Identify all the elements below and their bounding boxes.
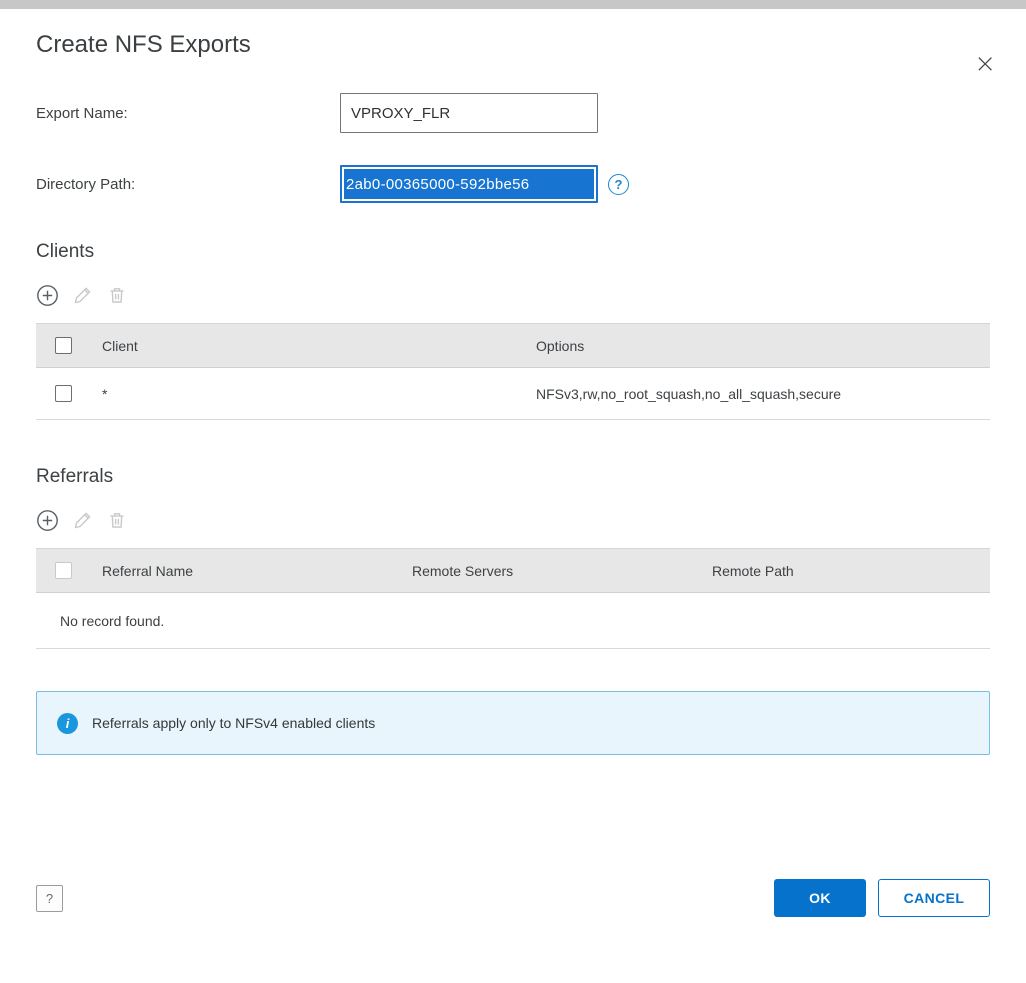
pencil-icon xyxy=(73,510,93,530)
referrals-add-icon[interactable] xyxy=(36,509,59,532)
clients-select-all-checkbox[interactable] xyxy=(55,337,72,354)
info-banner-text: Referrals apply only to NFSv4 enabled cl… xyxy=(92,715,375,731)
clients-heading: Clients xyxy=(36,241,990,263)
referrals-empty-row: No record found. xyxy=(36,593,990,649)
clients-delete-icon[interactable] xyxy=(107,285,127,305)
close-icon[interactable]: × xyxy=(968,49,1002,79)
table-row[interactable]: * NFSv3,rw,no_root_squash,no_all_squash,… xyxy=(36,368,990,420)
clients-add-icon[interactable] xyxy=(36,284,59,307)
help-icon[interactable]: ? xyxy=(36,885,63,912)
export-name-input[interactable] xyxy=(340,93,598,133)
info-banner: i Referrals apply only to NFSv4 enabled … xyxy=(36,691,990,755)
referrals-header-checkbox-cell xyxy=(36,562,90,579)
referrals-header-servers: Remote Servers xyxy=(400,563,700,579)
referrals-table: Referral Name Remote Servers Remote Path… xyxy=(36,548,990,649)
directory-path-selected-text: 2ab0-00365000-592bbe56 xyxy=(344,169,594,199)
clients-table: Client Options * NFSv3,rw,no_root_squash… xyxy=(36,323,990,420)
clients-header-options: Options xyxy=(524,338,990,354)
export-name-label: Export Name: xyxy=(36,105,340,122)
clients-header-client: Client xyxy=(90,338,524,354)
referrals-table-header: Referral Name Remote Servers Remote Path xyxy=(36,549,990,593)
dialog-footer: ? OK CANCEL xyxy=(36,879,990,917)
ok-button[interactable]: OK xyxy=(774,879,866,917)
referrals-delete-icon[interactable] xyxy=(107,510,127,530)
trash-icon xyxy=(107,285,127,305)
client-row-checkbox[interactable] xyxy=(55,385,72,402)
referrals-select-all-checkbox xyxy=(55,562,72,579)
dialog-title: Create NFS Exports xyxy=(36,31,251,59)
clients-edit-icon[interactable] xyxy=(73,285,93,305)
clients-header-checkbox-cell xyxy=(36,337,90,354)
options-cell: NFSv3,rw,no_root_squash,no_all_squash,se… xyxy=(524,386,990,402)
directory-path-input[interactable]: 2ab0-00365000-592bbe56 xyxy=(340,165,598,203)
clients-toolbar xyxy=(36,283,990,307)
info-icon: i xyxy=(57,713,78,734)
referrals-header-path: Remote Path xyxy=(700,563,990,579)
circle-plus-icon xyxy=(36,509,59,532)
directory-path-label: Directory Path: xyxy=(36,176,340,193)
backdrop-strip xyxy=(0,0,1026,9)
clients-table-header: Client Options xyxy=(36,324,990,368)
circle-plus-icon xyxy=(36,284,59,307)
pencil-icon xyxy=(73,285,93,305)
directory-path-help-icon[interactable]: ? xyxy=(608,174,629,195)
export-name-row: Export Name: xyxy=(36,93,990,133)
cancel-button[interactable]: CANCEL xyxy=(878,879,990,917)
client-row-checkbox-cell xyxy=(36,385,90,402)
create-nfs-exports-dialog: Create NFS Exports × Export Name: Direct… xyxy=(0,31,1026,917)
referrals-heading: Referrals xyxy=(36,466,990,488)
referrals-toolbar xyxy=(36,508,990,532)
client-cell: * xyxy=(90,386,524,402)
referrals-header-name: Referral Name xyxy=(90,563,400,579)
directory-path-row: Directory Path: 2ab0-00365000-592bbe56 ? xyxy=(36,165,990,203)
referrals-edit-icon[interactable] xyxy=(73,510,93,530)
dialog-header: Create NFS Exports × xyxy=(36,31,990,59)
trash-icon xyxy=(107,510,127,530)
